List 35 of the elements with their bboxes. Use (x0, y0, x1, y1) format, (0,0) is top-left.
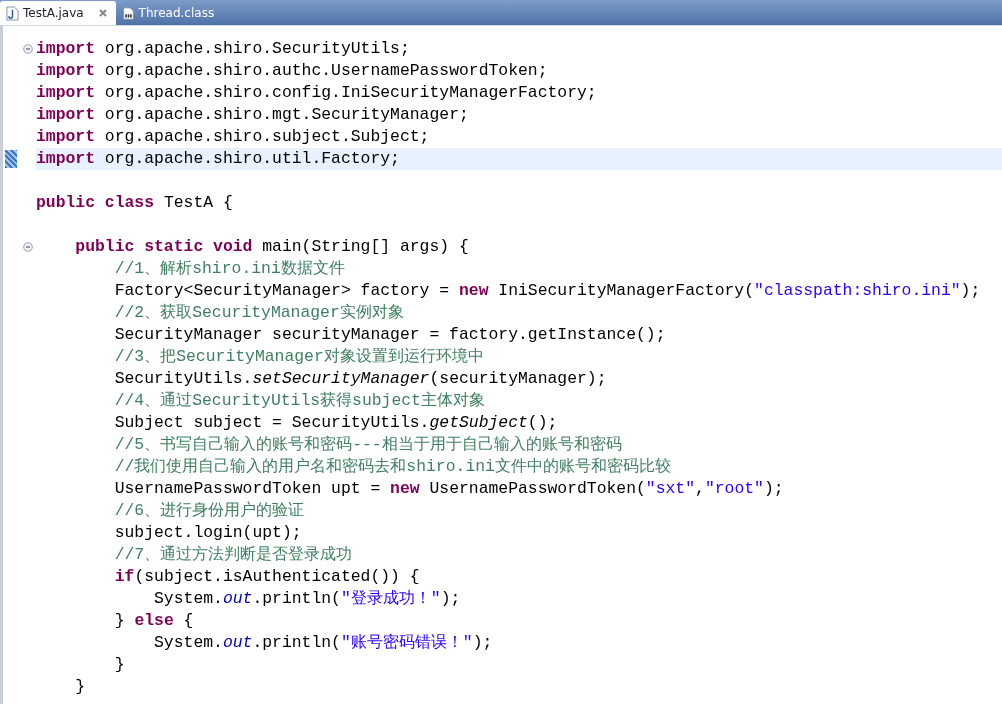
code-line: SecurityUtils.setSecurityManager(securityManager); (113, 368, 607, 390)
editor-tab[interactable]: Thread.class (115, 1, 223, 25)
close-icon[interactable] (97, 8, 108, 18)
code-line: import org.apache.shiro.SecurityUtils; (36, 38, 410, 60)
code-line: } (113, 654, 125, 676)
code-line: System.out.println("账号密码错误！"); (153, 632, 493, 654)
java-file-icon (6, 5, 19, 21)
code-line: subject.login(upt); (113, 522, 302, 544)
fold-icon[interactable] (23, 44, 33, 54)
code-line: if(subject.isAuthenticated()) { (113, 566, 420, 588)
code-line: import org.apache.shiro.config.IniSecurityManagerFactory; (36, 82, 597, 104)
code-line: //7、通过方法判断是否登录成功 (113, 544, 353, 566)
code-line: UsernamePasswordToken upt = new UsernamePasswordToken("sxt","root"); (113, 478, 784, 500)
class-file-icon (121, 5, 135, 21)
code-line: } else { (113, 610, 194, 632)
editor-tab[interactable]: TestA.java (0, 1, 116, 25)
code-line: //我们使用自己输入的用户名和密码去和shiro.ini文件中的账号和密码比较 (113, 456, 671, 478)
code-line: import org.apache.shiro.util.Factory; (36, 148, 400, 170)
code-line: import org.apache.shiro.mgt.SecurityManager; (36, 104, 469, 126)
code-line: import org.apache.shiro.authc.UsernamePasswordToken; (36, 60, 548, 82)
code-line: public static void main(String[] args) { (74, 236, 469, 258)
code-line: //4、通过SecurityUtils获得subject主体对象 (113, 390, 485, 412)
fold-icon[interactable] (23, 242, 33, 252)
code-line: //2、获取SecurityManager实例对象 (113, 302, 404, 324)
code-line: System.out.println("登录成功！"); (153, 588, 461, 610)
code-line: public class TestA { (36, 192, 233, 214)
code-line: //1、解析shiro.ini数据文件 (113, 258, 345, 280)
code-line: //5、书写自己输入的账号和密码---相当于用于自己输入的账号和密码 (113, 434, 622, 456)
code-line: import org.apache.shiro.subject.Subject; (36, 126, 430, 148)
code-line: //3、把SecurityManager对象设置到运行环境中 (113, 346, 484, 368)
code-line: } (74, 676, 86, 698)
code-line: Subject subject = SecurityUtils.getSubject(); (113, 412, 558, 434)
code-line: //6、进行身份用户的验证 (113, 500, 305, 522)
code-line: SecurityManager securityManager = factory.getInstance(); (113, 324, 666, 346)
code-line: Factory<SecurityManager> factory = new IniSecurityManagerFactory("classpath:shiro.ini"); (113, 280, 981, 302)
